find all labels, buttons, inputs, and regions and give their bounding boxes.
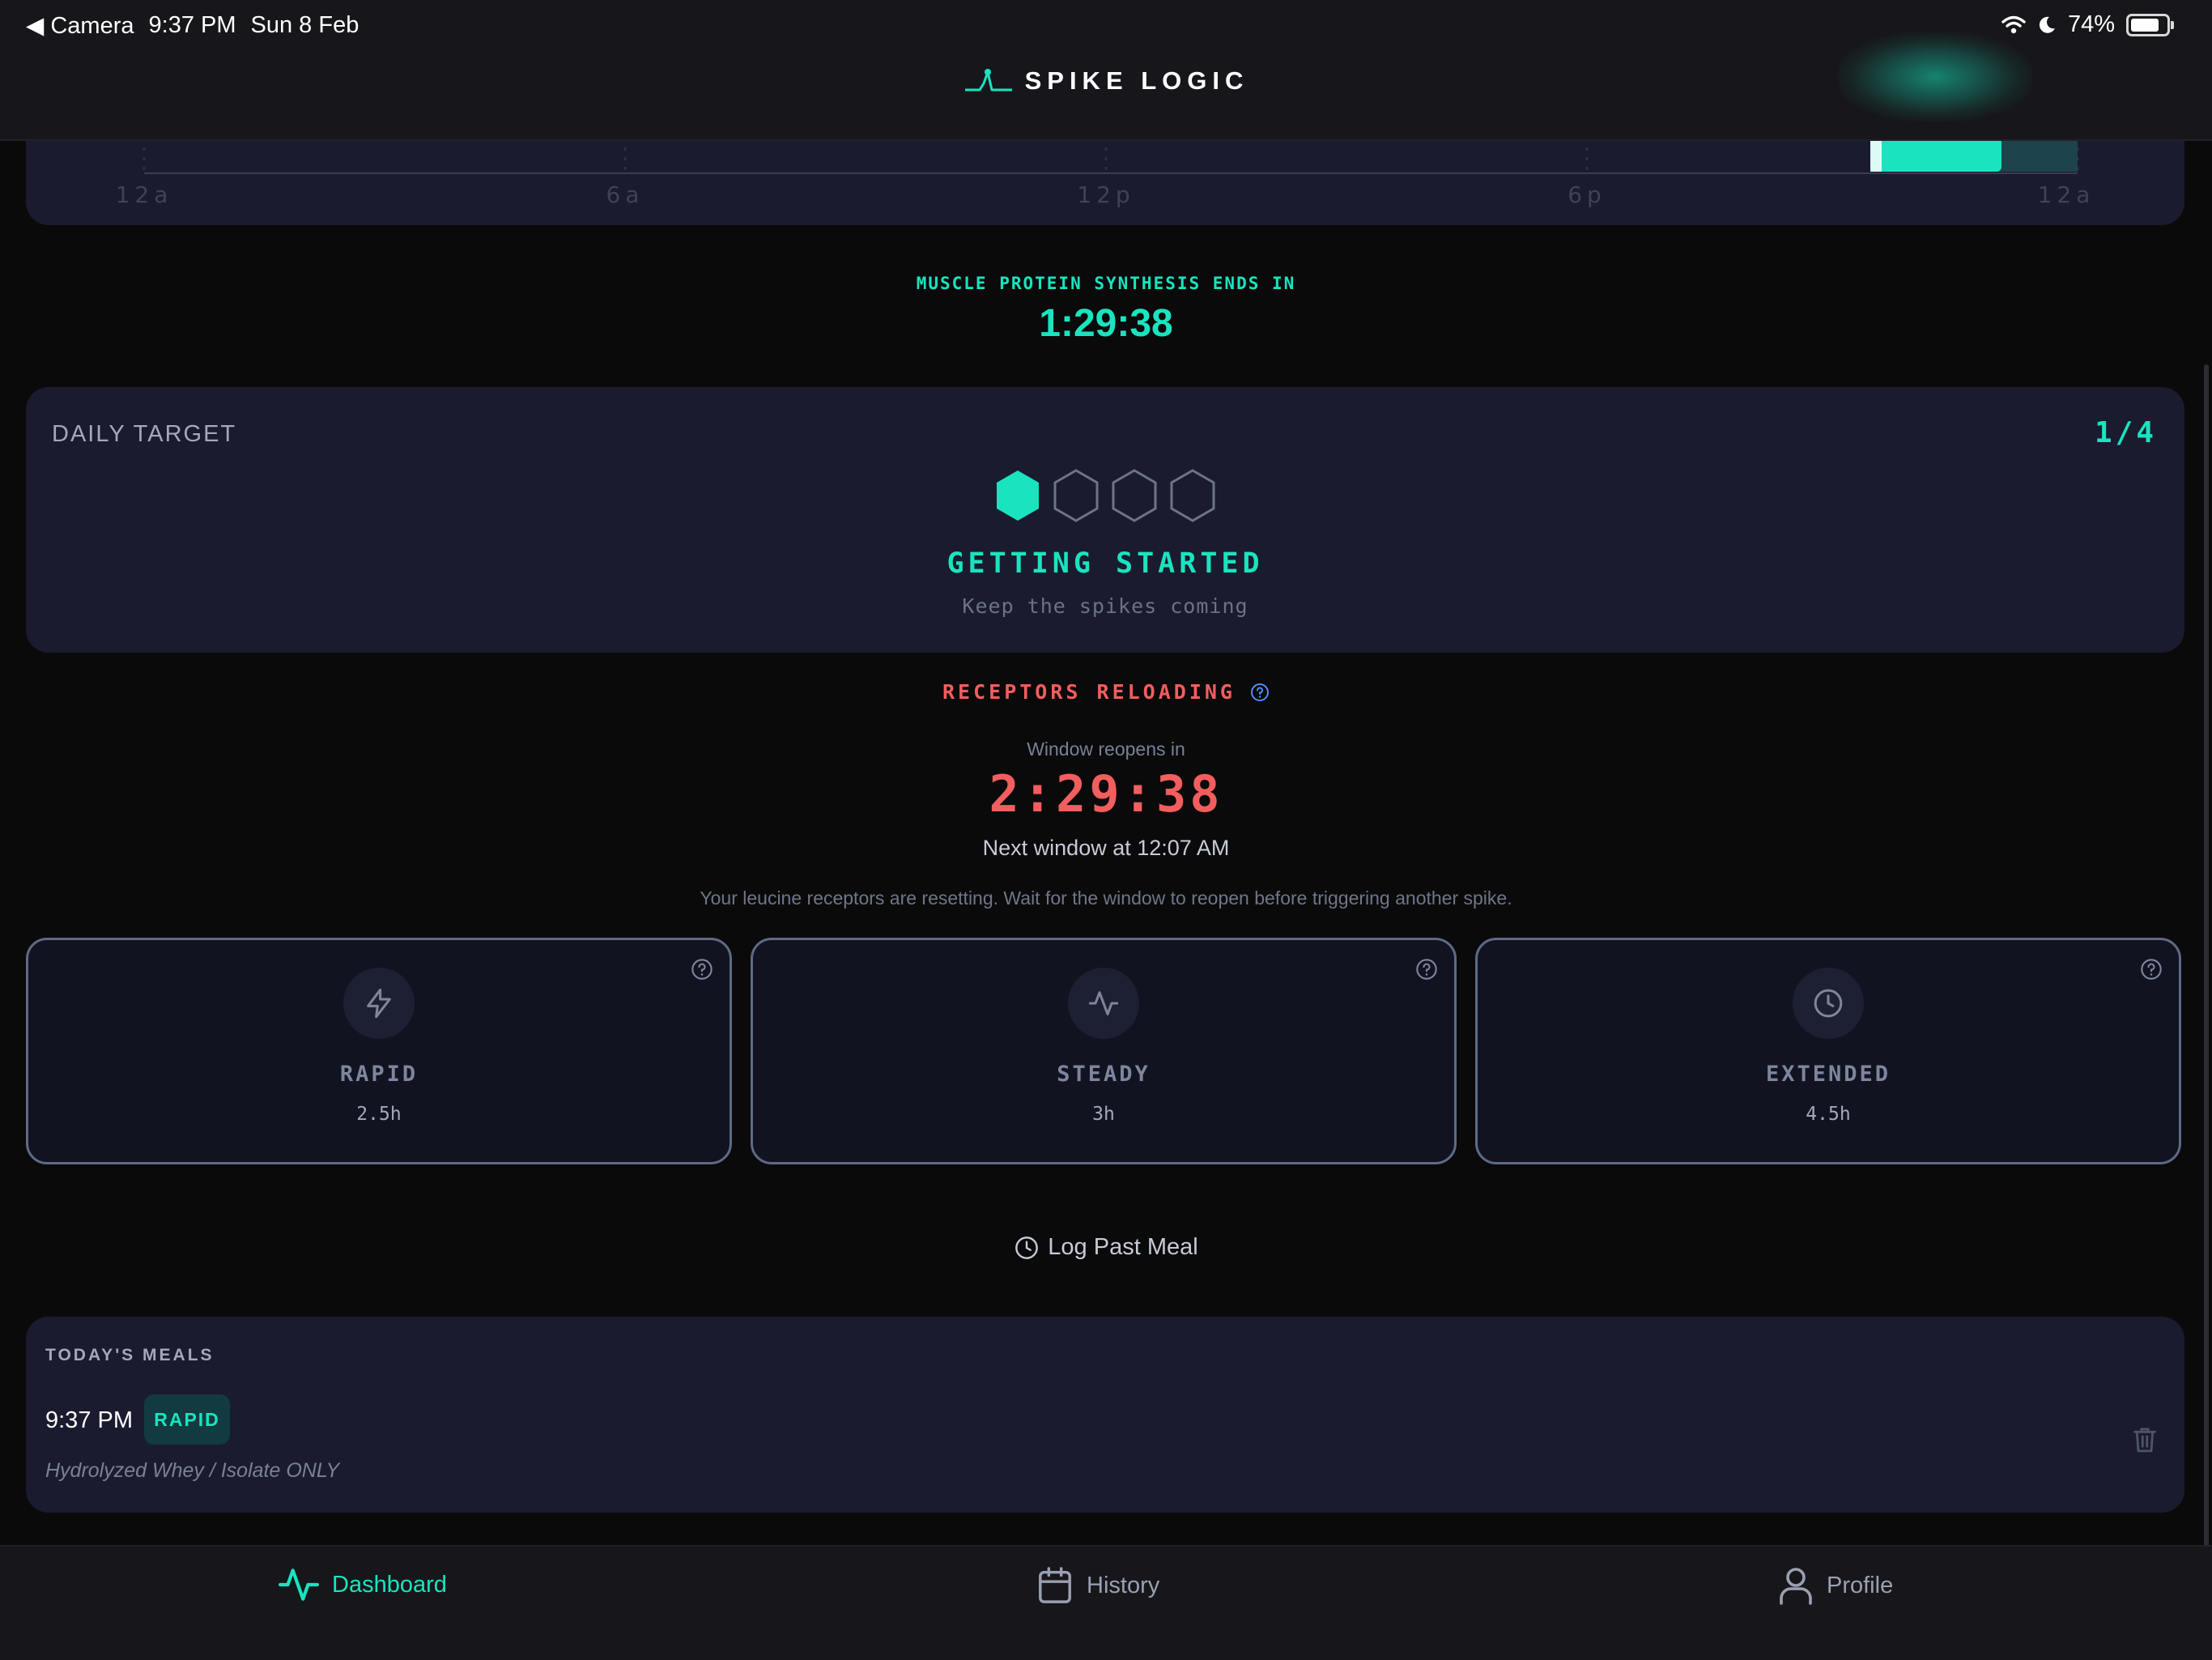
type-name: EXTENDED bbox=[1765, 1062, 1891, 1087]
x-tick-label: 12a bbox=[2038, 181, 2095, 208]
receptors-title: RECEPTORS RELOADING bbox=[942, 680, 1236, 704]
type-name: STEADY bbox=[1057, 1062, 1151, 1087]
todays-meals-title: TODAY'S MEALS bbox=[45, 1346, 215, 1364]
battery-percent: 74% bbox=[2067, 11, 2115, 37]
nav-item-dashboard[interactable]: Dashboard bbox=[279, 1566, 447, 1603]
wifi-icon bbox=[2001, 15, 2026, 33]
window-reopens-label: Window reopens in bbox=[1027, 738, 1185, 760]
hexagon-empty-icon bbox=[1170, 469, 1215, 522]
top-bar: ◀ Camera 9:37 PM Sun 8 Feb 74% SPIKE LOG… bbox=[0, 0, 2212, 141]
todays-meals-card: TODAY'S MEALS 9:37 PM RAPID Hydrolyzed W… bbox=[26, 1317, 2184, 1513]
receptors-note: Your leucine receptors are resetting. Wa… bbox=[700, 887, 1512, 909]
type-duration: 3h bbox=[1092, 1104, 1115, 1125]
x-tick-label: 6p bbox=[1568, 181, 1606, 208]
nav-item-profile[interactable]: Profile bbox=[1778, 1566, 1893, 1605]
user-icon bbox=[1780, 1568, 1812, 1605]
hexagon-empty-icon bbox=[1112, 469, 1157, 522]
meal-type-badge: RAPID bbox=[144, 1394, 230, 1445]
daily-target-title: DAILY TARGET bbox=[52, 421, 237, 447]
status-bar-right: 74% bbox=[2001, 11, 2174, 38]
mps-label: MUSCLE PROTEIN SYNTHESIS ENDS IN bbox=[916, 274, 1296, 293]
daily-target-count: 1/4 bbox=[2094, 416, 2157, 449]
battery-icon bbox=[2126, 13, 2174, 36]
spike-logo-icon bbox=[964, 69, 1012, 92]
pulse-icon bbox=[279, 1568, 319, 1601]
help-icon[interactable] bbox=[1250, 683, 1270, 702]
log-past-meal-button[interactable]: Log Past Meal bbox=[0, 1234, 2212, 1261]
moon-icon bbox=[2039, 16, 2055, 33]
x-tick-label: 12p bbox=[1077, 181, 1134, 208]
type-name: RAPID bbox=[339, 1062, 419, 1087]
daily-target-status: GETTING STARTED bbox=[946, 547, 1264, 580]
meal-time: 9:37 PM bbox=[45, 1407, 133, 1433]
target-progress-hexagons bbox=[26, 468, 2184, 523]
nav-item-history[interactable]: History bbox=[1036, 1566, 1159, 1605]
hexagon-filled-icon bbox=[997, 470, 1039, 521]
status-time: 9:37 PM bbox=[148, 12, 236, 38]
mps-countdown: 1:29:38 bbox=[1039, 302, 1173, 345]
x-tick-label: 12a bbox=[116, 181, 173, 208]
lightning-icon bbox=[343, 968, 415, 1039]
next-window-time: Next window at 12:07 AM bbox=[982, 836, 1230, 860]
clock-icon bbox=[1793, 968, 1864, 1039]
help-icon[interactable] bbox=[1415, 958, 1438, 981]
bottom-nav: Dashboard History Profile bbox=[0, 1545, 2212, 1660]
nav-label: Dashboard bbox=[332, 1571, 447, 1598]
type-card-rapid[interactable]: RAPID 2.5h bbox=[26, 938, 732, 1164]
daily-target-card: DAILY TARGET 1/4 GETTING STARTED Keep th… bbox=[26, 387, 2184, 653]
hexagon-empty-icon bbox=[1053, 469, 1099, 522]
status-date: Sun 8 Feb bbox=[250, 12, 359, 38]
calendar-icon bbox=[1039, 1567, 1071, 1603]
status-bar-left: ◀ Camera 9:37 PM Sun 8 Feb bbox=[26, 11, 359, 40]
trash-icon[interactable] bbox=[2131, 1425, 2159, 1454]
back-to-camera-link[interactable]: ◀ Camera bbox=[26, 11, 134, 40]
type-duration: 2.5h bbox=[356, 1104, 402, 1125]
brand-name: SPIKE LOGIC bbox=[1024, 66, 1249, 95]
scrollbar[interactable] bbox=[2204, 364, 2209, 1547]
nav-label: History bbox=[1087, 1572, 1160, 1598]
clock-icon bbox=[1015, 1236, 1039, 1259]
daily-target-subtitle: Keep the spikes coming bbox=[962, 594, 1249, 618]
type-card-steady[interactable]: STEADY 3h bbox=[751, 938, 1457, 1164]
type-duration: 4.5h bbox=[1806, 1104, 1851, 1125]
window-reopens-countdown: 2:29:38 bbox=[989, 764, 1223, 824]
help-icon[interactable] bbox=[691, 958, 713, 981]
type-card-extended[interactable]: EXTENDED 4.5h bbox=[1475, 938, 2181, 1164]
help-icon[interactable] bbox=[2140, 958, 2163, 981]
receptors-header: RECEPTORS RELOADING bbox=[0, 680, 2212, 704]
app-brand: SPIKE LOGIC bbox=[0, 66, 2212, 96]
meal-description: Hydrolyzed Whey / Isolate ONLY bbox=[45, 1459, 340, 1482]
nav-label: Profile bbox=[1827, 1572, 1894, 1598]
x-tick-label: 6a bbox=[606, 181, 644, 208]
pulse-icon bbox=[1068, 968, 1139, 1039]
log-past-meal-label: Log Past Meal bbox=[1048, 1234, 1198, 1260]
spike-bar bbox=[1870, 138, 2001, 172]
